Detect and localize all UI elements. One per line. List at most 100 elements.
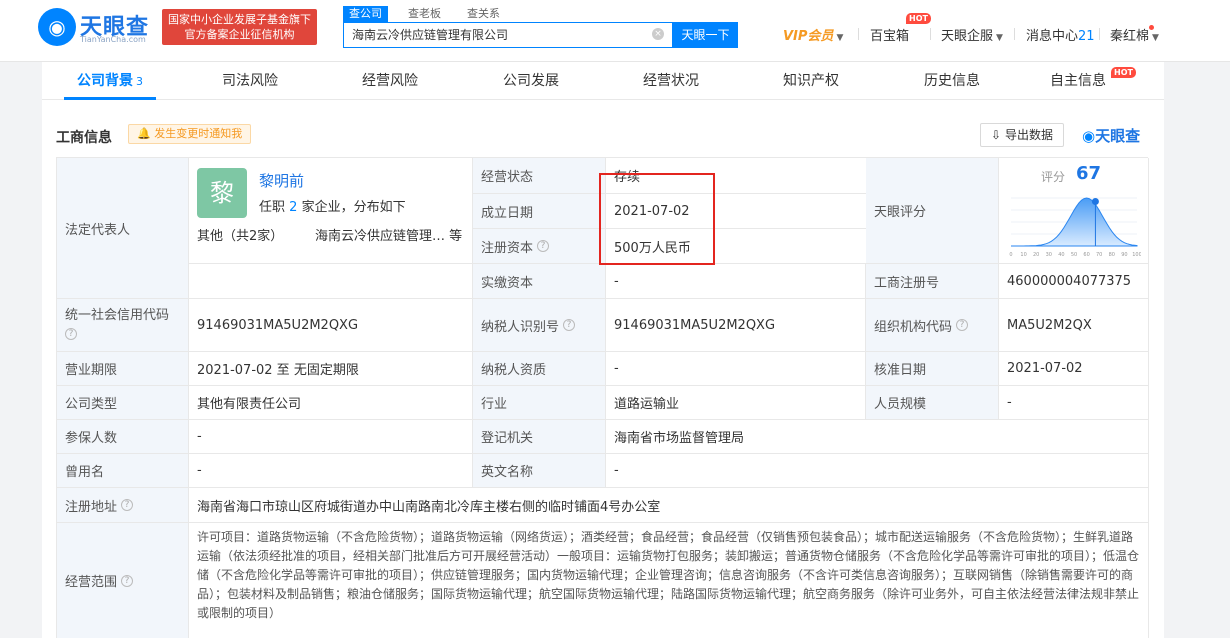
label-taxid: 纳税人识别号? (473, 299, 606, 352)
tab-count: 3 (136, 75, 143, 88)
value-english: - (606, 454, 1149, 488)
value-credit: 91469031MA5U2M2QXG (189, 299, 473, 352)
summary-count[interactable]: 2 (289, 200, 297, 215)
value-paidin: - (606, 264, 866, 299)
tab-history[interactable]: 历史信息 (904, 62, 1000, 100)
label-score: 天眼评分 (866, 158, 999, 264)
help-icon[interactable]: ? (121, 499, 134, 511)
tab-legal-risk[interactable]: 司法风险 (202, 62, 298, 100)
help-icon[interactable]: ? (563, 319, 576, 331)
top-header: ◉ 天眼查 TianYanCha.com 国家中小企业发展子基金旗下 官方备案企… (0, 0, 1230, 62)
official-badge[interactable]: 国家中小企业发展子基金旗下 官方备案企业征信机构 (162, 9, 317, 45)
divider (930, 28, 931, 40)
chevron-down-icon: ▼ (1152, 33, 1159, 43)
hot-badge: HOT (906, 13, 931, 24)
label-capital: 注册资本? (473, 229, 606, 264)
legal-rep-company[interactable]: 海南云冷供应链管理… 等 (315, 225, 462, 244)
download-icon: ⇩ (991, 128, 1002, 142)
tab-business-status[interactable]: 经营状况 (623, 62, 719, 100)
label-paidin: 实缴资本 (473, 264, 606, 299)
score-marker (1091, 197, 1099, 205)
chevron-down-icon: ▼ (836, 33, 844, 43)
help-icon[interactable]: ? (537, 240, 550, 252)
site-logo[interactable]: ◉ 天眼查 TianYanCha.com (38, 8, 158, 48)
value-orgcode: MA5U2M2QX (999, 299, 1149, 352)
section-title: 工商信息 (56, 130, 112, 146)
score-tick-label: 20 (1033, 252, 1039, 258)
value-industry: 道路运输业 (606, 386, 866, 420)
logo-subtext: TianYanCha.com (80, 35, 146, 44)
vip-menu[interactable]: VIP会员 ▼ (783, 25, 843, 44)
score-tick-label: 100 (1132, 252, 1141, 258)
label-founded: 成立日期 (473, 194, 606, 229)
company-etc: 等 (449, 229, 463, 244)
value-address: 海南省海口市琼山区府城街道办中山南路南北冷库主楼右侧的临时铺面4号办公室 (189, 488, 1149, 523)
company-card: 公司背景 3 司法风险 经营风险 公司发展 经营状况 知识产权 历史信息 自主信息… (42, 62, 1164, 638)
legal-rep-card: 黎 黎明前 任职 2 家企业，分布如下 其他（共2家） 海南云冷供应链管理… 等 (189, 158, 473, 264)
tab-label: 公司背景 (77, 73, 133, 89)
label-legal-rep: 法定代表人 (57, 158, 189, 299)
company-name: 海南云冷供应链管理… (315, 229, 446, 244)
company-tabs: 公司背景 3 司法风险 经营风险 公司发展 经营状况 知识产权 历史信息 自主信息… (42, 62, 1164, 100)
label-insured: 参保人数 (57, 420, 189, 454)
tab-intellectual-property[interactable]: 知识产权 (763, 62, 859, 100)
value-staff: - (999, 386, 1149, 420)
active-tab-indicator (64, 97, 156, 100)
label-authority: 登记机关 (473, 420, 606, 454)
score-tick-label: 90 (1121, 252, 1127, 258)
message-count: 21 (1078, 29, 1095, 44)
address-label-text: 注册地址 (65, 499, 118, 515)
search-input[interactable] (352, 23, 642, 47)
help-icon[interactable]: ? (121, 574, 134, 587)
message-label: 消息中心 (1026, 29, 1079, 44)
score-bell-curve: 0 10 20 30 40 50 60 70 80 90 100 (1009, 197, 1141, 258)
enterprise-menu[interactable]: 天眼企服 ▼ (941, 25, 1003, 44)
search-box: × (343, 22, 673, 48)
clear-icon[interactable]: × (652, 28, 664, 40)
logo-eye-icon: ◉ (38, 8, 76, 46)
score-tick-label: 40 (1058, 252, 1064, 258)
search-button[interactable]: 天眼一下 (673, 22, 738, 48)
brand-text: 天眼查 (1095, 127, 1141, 145)
search-tab-relation[interactable]: 查关系 (461, 6, 506, 22)
value-approve: 2021-07-02 (999, 352, 1149, 386)
tab-company-development[interactable]: 公司发展 (483, 62, 579, 100)
badge-line-2: 官方备案企业征信机构 (184, 28, 295, 41)
legal-rep-name[interactable]: 黎明前 (259, 170, 304, 191)
label-former: 曾用名 (57, 454, 189, 488)
message-center-link[interactable]: 消息中心21 (1026, 25, 1095, 44)
score-tick-label: 80 (1109, 252, 1115, 258)
avatar: 黎 (197, 168, 247, 218)
change-notify-button[interactable]: 🔔 发生变更时通知我 (128, 124, 252, 144)
unread-dot (1149, 25, 1154, 30)
summary-suffix: 家企业，分布如下 (301, 200, 406, 215)
label-approve: 核准日期 (866, 352, 999, 386)
search-type-tabs: 查公司 查老板 查关系 (343, 6, 520, 22)
export-data-button[interactable]: ⇩ 导出数据 (980, 123, 1064, 147)
legal-rep-summary: 任职 2 家企业，分布如下 (259, 196, 406, 215)
label-address: 注册地址? (57, 488, 189, 523)
bell-icon: 🔔 (137, 127, 151, 140)
help-icon[interactable]: ? (65, 327, 77, 340)
toolbox-link[interactable]: 百宝箱 (870, 25, 909, 44)
search-tab-company[interactable]: 查公司 (343, 6, 388, 22)
value-type: 其他有限责任公司 (189, 386, 473, 420)
score-tick-label: 70 (1096, 252, 1102, 258)
score-tick-label: 0 (1009, 252, 1012, 258)
tab-company-background[interactable]: 公司背景 3 (64, 62, 156, 100)
hot-badge: HOT (1111, 67, 1136, 78)
label-industry: 行业 (473, 386, 606, 420)
legal-rep-other[interactable]: 其他（共2家） (197, 225, 283, 244)
tab-business-risk[interactable]: 经营风险 (342, 62, 438, 100)
value-insured: - (189, 420, 473, 454)
score-widget[interactable]: 评分 67 0 10 20 30 40 50 60 70 80 90 100 (999, 158, 1149, 264)
label-taxqual: 纳税人资质 (473, 352, 606, 386)
label-regno: 工商注册号 (866, 264, 999, 299)
value-scope: 许可项目：道路货物运输（不含危险货物）；道路货物运输（网络货运）；酒类经营；食品… (189, 523, 1149, 638)
help-icon[interactable]: ? (956, 319, 969, 331)
label-scope: 经营范围? (57, 523, 189, 638)
score-tick-label: 50 (1071, 252, 1077, 258)
credit-label-text: 统一社会信用代码 (65, 308, 170, 323)
search-tab-boss[interactable]: 查老板 (402, 6, 447, 22)
value-taxid: 91469031MA5U2M2QXG (606, 299, 866, 352)
